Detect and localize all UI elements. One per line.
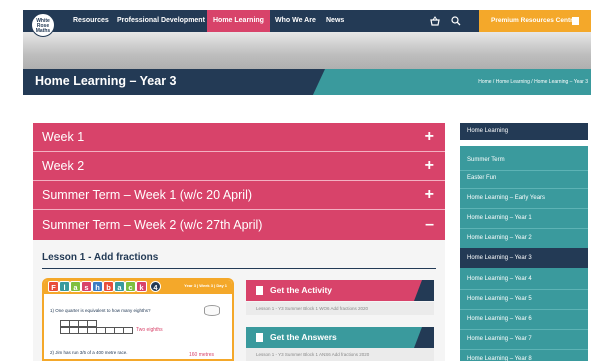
document-icon xyxy=(256,286,263,295)
nav-professional-development[interactable]: Professional Development xyxy=(117,10,205,32)
document-icon xyxy=(256,333,263,342)
sidebar-item-year-4[interactable]: Home Learning – Year 4 xyxy=(460,269,588,289)
answer-2: 160 metres xyxy=(189,352,215,358)
flashback-header: F l a s h b a c k 4 Year 3 | Week 3 | Da… xyxy=(44,280,232,294)
sidebar-item-early-years[interactable]: Home Learning – Early Years xyxy=(460,188,588,208)
accordion-summer-week-1[interactable]: Summer Term – Week 1 (w/c 20 April) + xyxy=(33,181,445,209)
expand-icon: + xyxy=(424,128,434,145)
get-answers-label: Get the Answers xyxy=(270,332,337,342)
premium-resources-label: Premium Resources Centre xyxy=(491,17,577,24)
flashback-meta: Year 3 | Week 3 | Day 1 xyxy=(184,283,227,288)
accordion-week-2[interactable]: Week 2 + xyxy=(33,152,445,180)
logo[interactable]: White Rose Maths xyxy=(31,13,55,37)
question-2: 2) Jim has run 3/5 of a 400 metre race. xyxy=(50,350,128,355)
flashback-letter: k xyxy=(136,281,147,292)
question-1: 1) One quarter is equivalent to how many… xyxy=(50,308,151,313)
flashback-letter: b xyxy=(103,281,114,292)
flashback-letter: c xyxy=(125,281,136,292)
accordion-summer-week-2[interactable]: Summer Term – Week 2 (w/c 27th April) – xyxy=(33,210,445,240)
flashback-number: 4 xyxy=(150,281,161,292)
nav-who-we-are[interactable]: Who We Are xyxy=(275,10,316,32)
sidebar-item-year-5[interactable]: Home Learning – Year 5 xyxy=(460,289,588,309)
accordion-label: Week 2 xyxy=(42,159,85,173)
decoration xyxy=(414,280,434,301)
sidebar-item-year-8[interactable]: Home Learning – Year 8 xyxy=(460,349,588,361)
flashback-letter: a xyxy=(114,281,125,292)
sidebar-item-year-7[interactable]: Home Learning – Year 7 xyxy=(460,329,588,349)
fraction-grid xyxy=(60,320,97,327)
get-activity-button[interactable]: Get the Activity xyxy=(246,280,434,301)
sidebar-item-summer-term[interactable]: Summer Term xyxy=(460,150,588,170)
expand-icon: + xyxy=(424,186,434,203)
sidebar-item-year-3[interactable]: Home Learning – Year 3 xyxy=(460,248,588,268)
get-answers-button[interactable]: Get the Answers xyxy=(246,327,434,348)
answer-1: Two eighths xyxy=(136,327,163,333)
get-activity-label: Get the Activity xyxy=(270,285,333,295)
accordion-label: Week 1 xyxy=(42,130,85,144)
sidebar-header[interactable]: Home Learning xyxy=(460,123,588,140)
accordion-label: Summer Term – Week 1 (w/c 20 April) xyxy=(42,188,253,202)
flashback-card: F l a s h b a c k 4 Year 3 | Week 3 | Da… xyxy=(42,278,234,361)
sidebar-item-year-6[interactable]: Home Learning – Year 6 xyxy=(460,309,588,329)
activity-file-name[interactable]: Lesson 1 - Y3 Summer Block 1 WO6 Add fra… xyxy=(246,302,434,315)
answers-file-name[interactable]: Lesson 1 - Y3 Summer Block 1 ANS6 Add fr… xyxy=(246,348,434,361)
top-nav: Resources Professional Development Home … xyxy=(23,10,591,32)
expand-icon: + xyxy=(424,157,434,174)
divider xyxy=(42,268,436,269)
flashback-letter: s xyxy=(81,281,92,292)
nav-news[interactable]: News xyxy=(326,10,344,32)
search-icon[interactable] xyxy=(451,16,461,26)
flashback-letter: F xyxy=(48,281,59,292)
document-icon xyxy=(572,17,579,25)
sidebar-item-easter-fun[interactable]: Easter Fun xyxy=(460,168,588,188)
cylinder-image xyxy=(204,305,220,316)
flashback-letter: a xyxy=(70,281,81,292)
breadcrumb[interactable]: Home / Home Learning / Home Learning – Y… xyxy=(478,79,588,85)
flashback-letter: l xyxy=(59,281,70,292)
page: Resources Professional Development Home … xyxy=(0,0,614,361)
nav-resources[interactable]: Resources xyxy=(73,10,109,32)
nav-home-learning[interactable]: Home Learning xyxy=(207,10,270,32)
sidebar-item-year-2[interactable]: Home Learning – Year 2 xyxy=(460,228,588,248)
decoration xyxy=(414,327,434,348)
page-title: Home Learning – Year 3 xyxy=(35,74,177,88)
accordion-label: Summer Term – Week 2 (w/c 27th April) xyxy=(42,218,263,232)
basket-icon[interactable] xyxy=(430,16,440,26)
sidebar-item-year-1[interactable]: Home Learning – Year 1 xyxy=(460,208,588,228)
accordion-week-1[interactable]: Week 1 + xyxy=(33,123,445,151)
flashback-letter: h xyxy=(92,281,103,292)
fraction-grid xyxy=(60,327,133,334)
logo-word: Maths xyxy=(35,28,51,34)
lesson-title: Lesson 1 - Add fractions xyxy=(42,252,159,263)
collapse-icon: – xyxy=(425,216,434,233)
premium-resources-button[interactable]: Premium Resources Centre xyxy=(479,10,591,32)
